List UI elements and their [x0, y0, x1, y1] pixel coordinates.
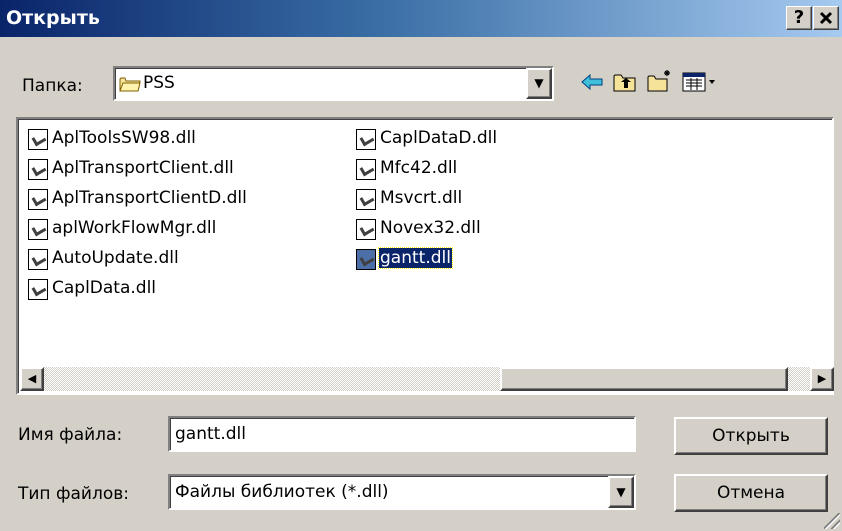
- lookin-value: PSS: [143, 73, 175, 93]
- view-menu-icon: [682, 72, 715, 92]
- scroll-left-icon: ◀: [27, 372, 37, 385]
- help-button[interactable]: ?: [786, 6, 812, 30]
- dll-file-icon: [28, 159, 48, 180]
- folder-icon: [119, 77, 141, 92]
- scroll-left-button[interactable]: ◀: [20, 367, 44, 391]
- scroll-thumb[interactable]: [500, 367, 788, 391]
- close-icon: [819, 11, 833, 25]
- file-name: aplWorkFlowMgr.dll: [52, 218, 217, 238]
- filetype-dropdown-button[interactable]: ▼: [608, 476, 634, 508]
- window-title: Открыть: [6, 7, 100, 29]
- up-folder-button[interactable]: [612, 70, 638, 99]
- back-button[interactable]: [580, 70, 606, 99]
- file-name: Mfc42.dll: [380, 158, 458, 178]
- file-name: Novex32.dll: [380, 218, 481, 238]
- filename-label: Имя файла:: [18, 425, 123, 445]
- back-arrow-icon: [581, 73, 603, 91]
- new-folder-button[interactable]: [646, 68, 674, 99]
- dll-file-icon: [356, 219, 376, 240]
- filename-input[interactable]: gantt.dll: [168, 416, 636, 452]
- file-name: AplToolsSW98.dll: [52, 128, 196, 148]
- new-folder-icon: [647, 70, 670, 92]
- scroll-right-icon: ▶: [817, 372, 827, 385]
- file-name: gantt.dll: [378, 247, 453, 269]
- file-name: CaplData.dll: [52, 278, 157, 298]
- title-bar[interactable]: Открыть ?: [0, 0, 842, 37]
- dll-file-icon: [28, 279, 48, 300]
- dll-file-icon: [28, 219, 48, 240]
- file-name: Msvcrt.dll: [380, 188, 463, 208]
- lookin-dropdown-button[interactable]: ▼: [526, 68, 552, 99]
- dll-file-icon: [356, 249, 376, 270]
- filename-value: gantt.dll: [175, 424, 246, 444]
- file-name: AplTransportClient.dll: [52, 158, 234, 178]
- chevron-down-icon: ▼: [534, 76, 544, 90]
- dll-file-icon: [28, 189, 48, 210]
- up-folder-icon: [613, 74, 636, 92]
- dll-file-icon: [28, 249, 48, 270]
- filetype-combo[interactable]: Файлы библиотек (*.dll) ▼: [168, 474, 636, 510]
- file-list[interactable]: AplToolsSW98.dll AplTransportClient.dll …: [16, 117, 834, 395]
- lookin-label: Папка:: [22, 76, 83, 96]
- file-name: CaplDataD.dll: [380, 128, 498, 148]
- file-name: AutoUpdate.dll: [52, 248, 179, 268]
- close-button[interactable]: [813, 6, 839, 30]
- lookin-combo[interactable]: PSS ▼: [113, 66, 554, 101]
- chevron-down-icon: ▼: [616, 485, 626, 499]
- filetype-label: Тип файлов:: [18, 484, 129, 504]
- horizontal-scrollbar[interactable]: ◀ ▶: [20, 367, 834, 391]
- open-button[interactable]: Открыть: [674, 417, 828, 455]
- resize-grip[interactable]: [824, 513, 840, 529]
- cancel-button[interactable]: Отмена: [674, 474, 828, 512]
- dll-file-icon: [356, 159, 376, 180]
- view-menu-button[interactable]: [681, 70, 719, 99]
- open-file-dialog: Открыть ? Папка: PSS ▼ AplToolsSW98.dll …: [0, 0, 842, 531]
- dll-file-icon: [28, 129, 48, 150]
- filetype-value: Файлы библиотек (*.dll): [175, 482, 389, 502]
- dll-file-icon: [356, 189, 376, 210]
- scroll-right-button[interactable]: ▶: [810, 367, 834, 391]
- file-name: AplTransportClientD.dll: [52, 188, 247, 208]
- dll-file-icon: [356, 129, 376, 150]
